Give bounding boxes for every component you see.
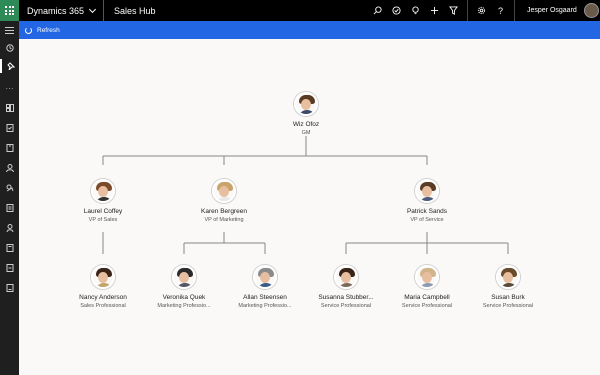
activities-icon[interactable] — [0, 121, 19, 135]
avatar — [334, 265, 358, 289]
more-icon[interactable]: ··· — [0, 81, 19, 95]
org-card[interactable]: Allan Steensen Marketing Professio... — [220, 265, 310, 309]
person-name: Maria Campbell — [404, 294, 450, 301]
orders-icon[interactable] — [0, 261, 19, 275]
chevron-down-icon[interactable] — [88, 5, 97, 13]
hamburger-icon[interactable] — [0, 23, 19, 37]
org-card[interactable]: Laurel Coffey VP of Sales — [58, 179, 148, 223]
avatar — [496, 265, 520, 289]
person-title: Sales Professional — [80, 303, 126, 309]
contacts-icon[interactable] — [0, 161, 19, 175]
person-title: Marketing Professio... — [238, 303, 292, 309]
opportunities-icon[interactable] — [0, 201, 19, 215]
person-name: Allan Steensen — [243, 294, 287, 301]
person-title: Service Professional — [320, 303, 372, 309]
refresh-label: Refresh — [37, 26, 60, 34]
app-title[interactable]: Dynamics 365 — [27, 6, 84, 16]
person-name: Susanna Stubber... — [318, 294, 374, 301]
divider — [103, 0, 105, 21]
top-icon-group: ? — [368, 0, 519, 21]
filter-icon[interactable] — [444, 0, 463, 21]
app-name[interactable]: Sales Hub — [114, 6, 156, 16]
person-title: GM — [301, 130, 311, 136]
refresh-icon — [25, 26, 32, 34]
org-chart-canvas: Wiz Ofoz GM Laurel Coffey VP of Sales Ka… — [19, 39, 600, 375]
avatar[interactable] — [584, 3, 599, 18]
recent-icon[interactable] — [0, 41, 19, 55]
person-name: Karen Bergreen — [201, 208, 247, 215]
quotes-icon[interactable] — [0, 241, 19, 255]
person-title: VP of Sales — [88, 217, 118, 223]
avatar — [415, 179, 439, 203]
avatar — [212, 179, 236, 203]
person-title: VP of Service — [410, 217, 444, 223]
org-card[interactable]: Patrick Sands VP of Service — [382, 179, 472, 223]
org-card-root[interactable]: Wiz Ofoz GM — [261, 92, 351, 136]
person-name: Laurel Coffey — [83, 208, 123, 215]
divider — [467, 0, 468, 21]
app-launcher-button[interactable] — [0, 0, 19, 21]
org-card[interactable]: Maria Campbell Service Professional — [382, 265, 472, 309]
search-icon[interactable] — [368, 0, 387, 21]
accounts-icon[interactable] — [0, 141, 19, 155]
person-title: Service Professional — [401, 303, 453, 309]
command-bar: Refresh — [19, 21, 600, 39]
avatar — [91, 265, 115, 289]
person-title: Service Professional — [482, 303, 534, 309]
org-card[interactable]: Susanna Stubber... Service Professional — [301, 265, 391, 309]
org-card[interactable]: Susan Burk Service Professional — [463, 265, 553, 309]
competitors-icon[interactable] — [0, 221, 19, 235]
avatar — [415, 265, 439, 289]
avatar — [294, 92, 318, 116]
person-name: Patrick Sands — [406, 208, 448, 215]
person-name: Nancy Anderson — [79, 294, 127, 301]
person-name: Wiz Ofoz — [292, 121, 320, 128]
dashboard-icon[interactable] — [0, 101, 19, 115]
divider — [514, 0, 515, 21]
person-name: Susan Burk — [491, 294, 525, 301]
person-name: Veronika Quek — [162, 294, 206, 301]
lightbulb-icon[interactable] — [406, 0, 425, 21]
help-icon[interactable]: ? — [491, 0, 510, 21]
left-navigation: ··· — [0, 21, 19, 375]
org-card[interactable]: Veronika Quek Marketing Professio... — [139, 265, 229, 309]
invoices-icon[interactable] — [0, 281, 19, 295]
avatar — [91, 179, 115, 203]
task-icon[interactable] — [387, 0, 406, 21]
org-card[interactable]: Karen Bergreen VP of Marketing — [179, 179, 269, 223]
refresh-button[interactable]: Refresh — [25, 26, 60, 34]
gear-icon[interactable] — [472, 0, 491, 21]
leads-icon[interactable] — [0, 181, 19, 195]
user-name[interactable]: Jesper Osgaard — [527, 0, 577, 21]
person-title: Marketing Professio... — [157, 303, 211, 309]
avatar — [253, 265, 277, 289]
waffle-icon — [5, 6, 14, 15]
avatar — [172, 265, 196, 289]
org-card[interactable]: Nancy Anderson Sales Professional — [58, 265, 148, 309]
pin-icon[interactable] — [0, 59, 19, 73]
plus-icon[interactable] — [425, 0, 444, 21]
person-title: VP of Marketing — [204, 217, 244, 223]
